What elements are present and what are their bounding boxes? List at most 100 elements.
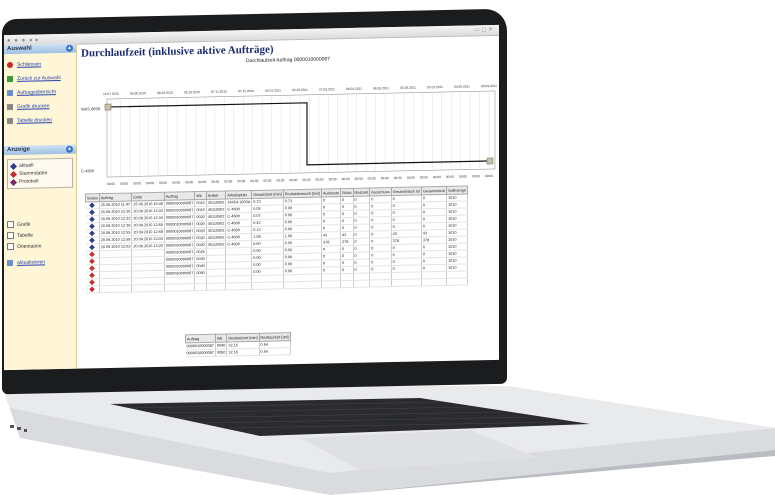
- table-cell: [283, 281, 322, 289]
- sidebar-item-label: Tabelle drucken: [17, 117, 53, 124]
- bottom-tick-label: 00:00: [381, 176, 389, 180]
- screen: ● ● ● ◂ ▸ ▭ ◻ ✕ Auswahl ▲ Schliessen Zur…: [4, 24, 499, 371]
- close-icon: [7, 61, 13, 69]
- checkbox-icon[interactable]: [7, 242, 14, 251]
- panel-header-label: Anzeige: [7, 146, 31, 154]
- sidebar-item-label: Auftragsübersicht: [17, 89, 56, 96]
- panel-header-anzeige[interactable]: Anzeige ▲: [4, 144, 76, 156]
- checkbox-orientation[interactable]: Orientation: [4, 240, 76, 253]
- bottom-tick-label: 00:00: [198, 180, 206, 184]
- y-bottom-label: C-4600: [81, 168, 95, 173]
- column-header[interactable]: Wk: [194, 191, 207, 200]
- checkbox-icon[interactable]: [7, 231, 14, 240]
- window-controls[interactable]: ● ● ● ◂ ▸: [7, 36, 40, 44]
- sidebar-actions: Schliessen Zurück zur Auswahl Auftragsüb…: [4, 53, 76, 133]
- bottom-tick-label: 00:00: [172, 180, 180, 184]
- status-diamond-icon: [89, 265, 95, 271]
- top-tick-label: 08.10.2010: [184, 90, 200, 94]
- status-diamond-icon: [89, 279, 95, 285]
- summary-column-header[interactable]: Wk: [215, 334, 227, 343]
- refresh-label: aktualisieren: [17, 259, 46, 266]
- legend-label: aktuell: [19, 162, 34, 169]
- bottom-tick-label: 00:00: [329, 177, 337, 181]
- chart-svg: WAS.6698 C-4600 16.07.2010 09.08.2010 08.0…: [81, 84, 497, 186]
- table-cell: [446, 277, 468, 286]
- bottom-tick-label: 00:00: [159, 181, 167, 185]
- summary-table: Auftrag Wk Restlaufzeit [min] Restlaufzeit …: [185, 332, 291, 357]
- status-diamond-icon: [89, 223, 95, 229]
- top-tick-label: 05.06.2011: [400, 86, 416, 90]
- bottom-tick-label: 00:00: [355, 177, 363, 181]
- bottom-tick-label: 00:00: [446, 175, 454, 179]
- list-icon: [7, 89, 13, 97]
- bottom-tick-label: 00:00: [459, 174, 467, 178]
- top-tick-label: 06.01.2011: [265, 88, 281, 92]
- panel-header-label: Auswahl: [7, 45, 32, 53]
- bottom-tick-label: 00:00: [211, 180, 219, 184]
- top-tick-label: 05.07.2011: [427, 85, 443, 89]
- bottom-tick-label: 00:00: [342, 177, 350, 181]
- status-legend: aktuell Stammdaten Protokoll: [7, 157, 73, 190]
- bottom-tick-label: 00:00: [133, 181, 141, 185]
- port-icon: [17, 427, 21, 430]
- collapse-icon[interactable]: ▲: [66, 44, 73, 52]
- main-content: Durchlaufzeit (inklusive aktive Aufträge…: [77, 35, 499, 369]
- checkbox-label: Tabelle: [17, 232, 33, 239]
- port-icon: [10, 425, 14, 428]
- bottom-tick-label: 00:00: [263, 179, 271, 183]
- keyboard: [110, 398, 590, 436]
- table-cell: [353, 280, 370, 288]
- table-cell: [340, 280, 354, 288]
- checkbox-icon[interactable]: [7, 220, 14, 229]
- panel-header-auswahl[interactable]: Auswahl ▲: [4, 43, 76, 55]
- status-diamond-icon: [89, 272, 95, 278]
- table-cell: [391, 278, 422, 287]
- summary-row[interactable]: 0000010000087 0050 32.16 0.54: [185, 347, 291, 357]
- sidebar-item-schliessen[interactable]: Schliessen: [7, 57, 73, 72]
- table-body: 25.06.2010 11:47 25.06.2010 15:48 00000100…: [85, 193, 468, 293]
- diamond-icon: [9, 178, 18, 186]
- summary-body: 0000010000087 0040 32.16 0.54 0000010000087 0…: [185, 340, 291, 357]
- bottom-tick-label: 00:00: [250, 179, 258, 183]
- summary-cell: 0000010000087: [185, 349, 216, 357]
- bottom-tick-label: 00:00: [237, 179, 245, 183]
- sidebar-item-zurueck[interactable]: Zurück zur Auswahl: [7, 71, 73, 86]
- bottom-tick-label: 00:00: [276, 178, 284, 182]
- column-header[interactable]: Stück: [340, 188, 354, 197]
- bottom-tick-label: 00:00: [224, 179, 232, 183]
- window-buttons[interactable]: ▭ ◻ ✕: [474, 26, 493, 33]
- status-diamond-icon: [89, 209, 95, 215]
- sidebar-item-label: Schliessen: [17, 61, 42, 68]
- top-tick-label: 08.09.2010: [157, 91, 173, 95]
- table-cell: [321, 280, 341, 289]
- table-cell: [206, 283, 226, 291]
- sidebar-item-tabelle-drucken[interactable]: Tabelle drucken: [7, 113, 73, 128]
- bottom-tick-label: 00:00: [420, 175, 428, 179]
- bottom-tick-label: 00:00: [394, 176, 402, 180]
- scroll-handle[interactable]: [104, 103, 112, 111]
- bottom-tick-label: 00:00: [368, 176, 376, 180]
- bottom-tick-label: 00:00: [146, 181, 154, 185]
- status-diamond-icon: [89, 258, 95, 264]
- collapse-icon[interactable]: ▲: [66, 145, 73, 153]
- sidebar-item-grafik-drucken[interactable]: Grafik drucken: [7, 99, 73, 114]
- checkbox-label: Grafik: [17, 221, 31, 228]
- y-top-label: WAS.6698: [81, 106, 101, 111]
- scroll-handle[interactable]: [486, 157, 494, 165]
- sidebar-item-label: Grafik drucken: [17, 103, 50, 110]
- table-cell: [251, 281, 284, 290]
- refresh-link[interactable]: aktualisieren: [4, 255, 76, 271]
- top-tick-label: 09.08.2010: [130, 91, 146, 95]
- status-diamond-icon: [89, 237, 95, 243]
- summary-cell: 0050: [215, 349, 227, 357]
- sidebar-item-label: Zurück zur Auswahl: [17, 74, 61, 82]
- sidebar-item-auftragsuebersicht[interactable]: Auftragsübersicht: [7, 85, 73, 100]
- status-cell: [85, 285, 100, 293]
- status-diamond-icon: [89, 251, 95, 257]
- diamond-icon: [9, 170, 18, 178]
- laptop-base: [2, 386, 775, 495]
- table-cell: [131, 284, 165, 293]
- bottom-tick-label: 00:00: [107, 182, 115, 186]
- bottom-tick-label: 00:00: [185, 180, 193, 184]
- top-tick-label: 07.12.2010: [238, 89, 254, 93]
